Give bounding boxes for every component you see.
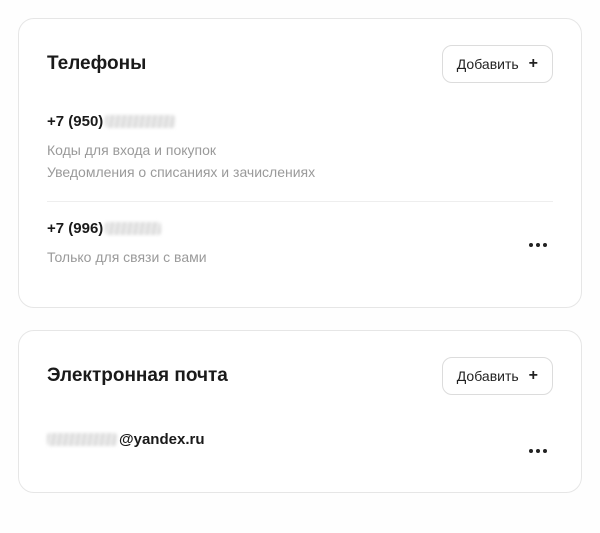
phone-more-button[interactable]	[523, 237, 553, 253]
more-icon	[529, 243, 533, 247]
email-item: @yandex.ru	[47, 429, 553, 472]
phone-prefix: +7 (996)	[47, 220, 103, 237]
phones-add-button[interactable]: Добавить +	[442, 45, 553, 83]
more-icon	[536, 449, 540, 453]
more-icon	[543, 243, 547, 247]
add-button-label: Добавить	[457, 368, 519, 384]
more-icon	[536, 243, 540, 247]
phones-title: Телефоны	[47, 53, 146, 75]
phone-prefix: +7 (950)	[47, 113, 103, 130]
email-address: @yandex.ru	[47, 431, 553, 448]
phone-number: +7 (950)	[47, 113, 553, 130]
plus-icon: +	[529, 56, 538, 72]
phone-desc-line: Уведомления о списаниях и зачислениях	[47, 162, 553, 184]
phone-redacted	[105, 222, 161, 235]
email-title: Электронная почта	[47, 365, 228, 387]
phone-item: +7 (996) Только для связи с вами	[47, 201, 553, 287]
phone-desc-line: Коды для входа и покупок	[47, 140, 553, 162]
phone-item: +7 (950) Коды для входа и покупок Уведом…	[47, 111, 553, 201]
plus-icon: +	[529, 368, 538, 384]
phone-desc-line: Только для связи с вами	[47, 247, 553, 269]
email-card: Электронная почта Добавить + @yandex.ru	[18, 330, 582, 493]
phones-card: Телефоны Добавить + +7 (950) Коды для вх…	[18, 18, 582, 308]
phone-desc: Коды для входа и покупок Уведомления о с…	[47, 140, 553, 183]
email-domain: @yandex.ru	[119, 431, 205, 448]
phone-desc: Только для связи с вами	[47, 247, 553, 269]
phones-header: Телефоны Добавить +	[47, 45, 553, 83]
phone-redacted	[105, 115, 175, 128]
phone-number: +7 (996)	[47, 220, 553, 237]
email-header: Электронная почта Добавить +	[47, 357, 553, 395]
email-local-redacted	[47, 433, 117, 446]
more-icon	[543, 449, 547, 453]
more-icon	[529, 449, 533, 453]
email-more-button[interactable]	[523, 443, 553, 459]
add-button-label: Добавить	[457, 56, 519, 72]
email-add-button[interactable]: Добавить +	[442, 357, 553, 395]
